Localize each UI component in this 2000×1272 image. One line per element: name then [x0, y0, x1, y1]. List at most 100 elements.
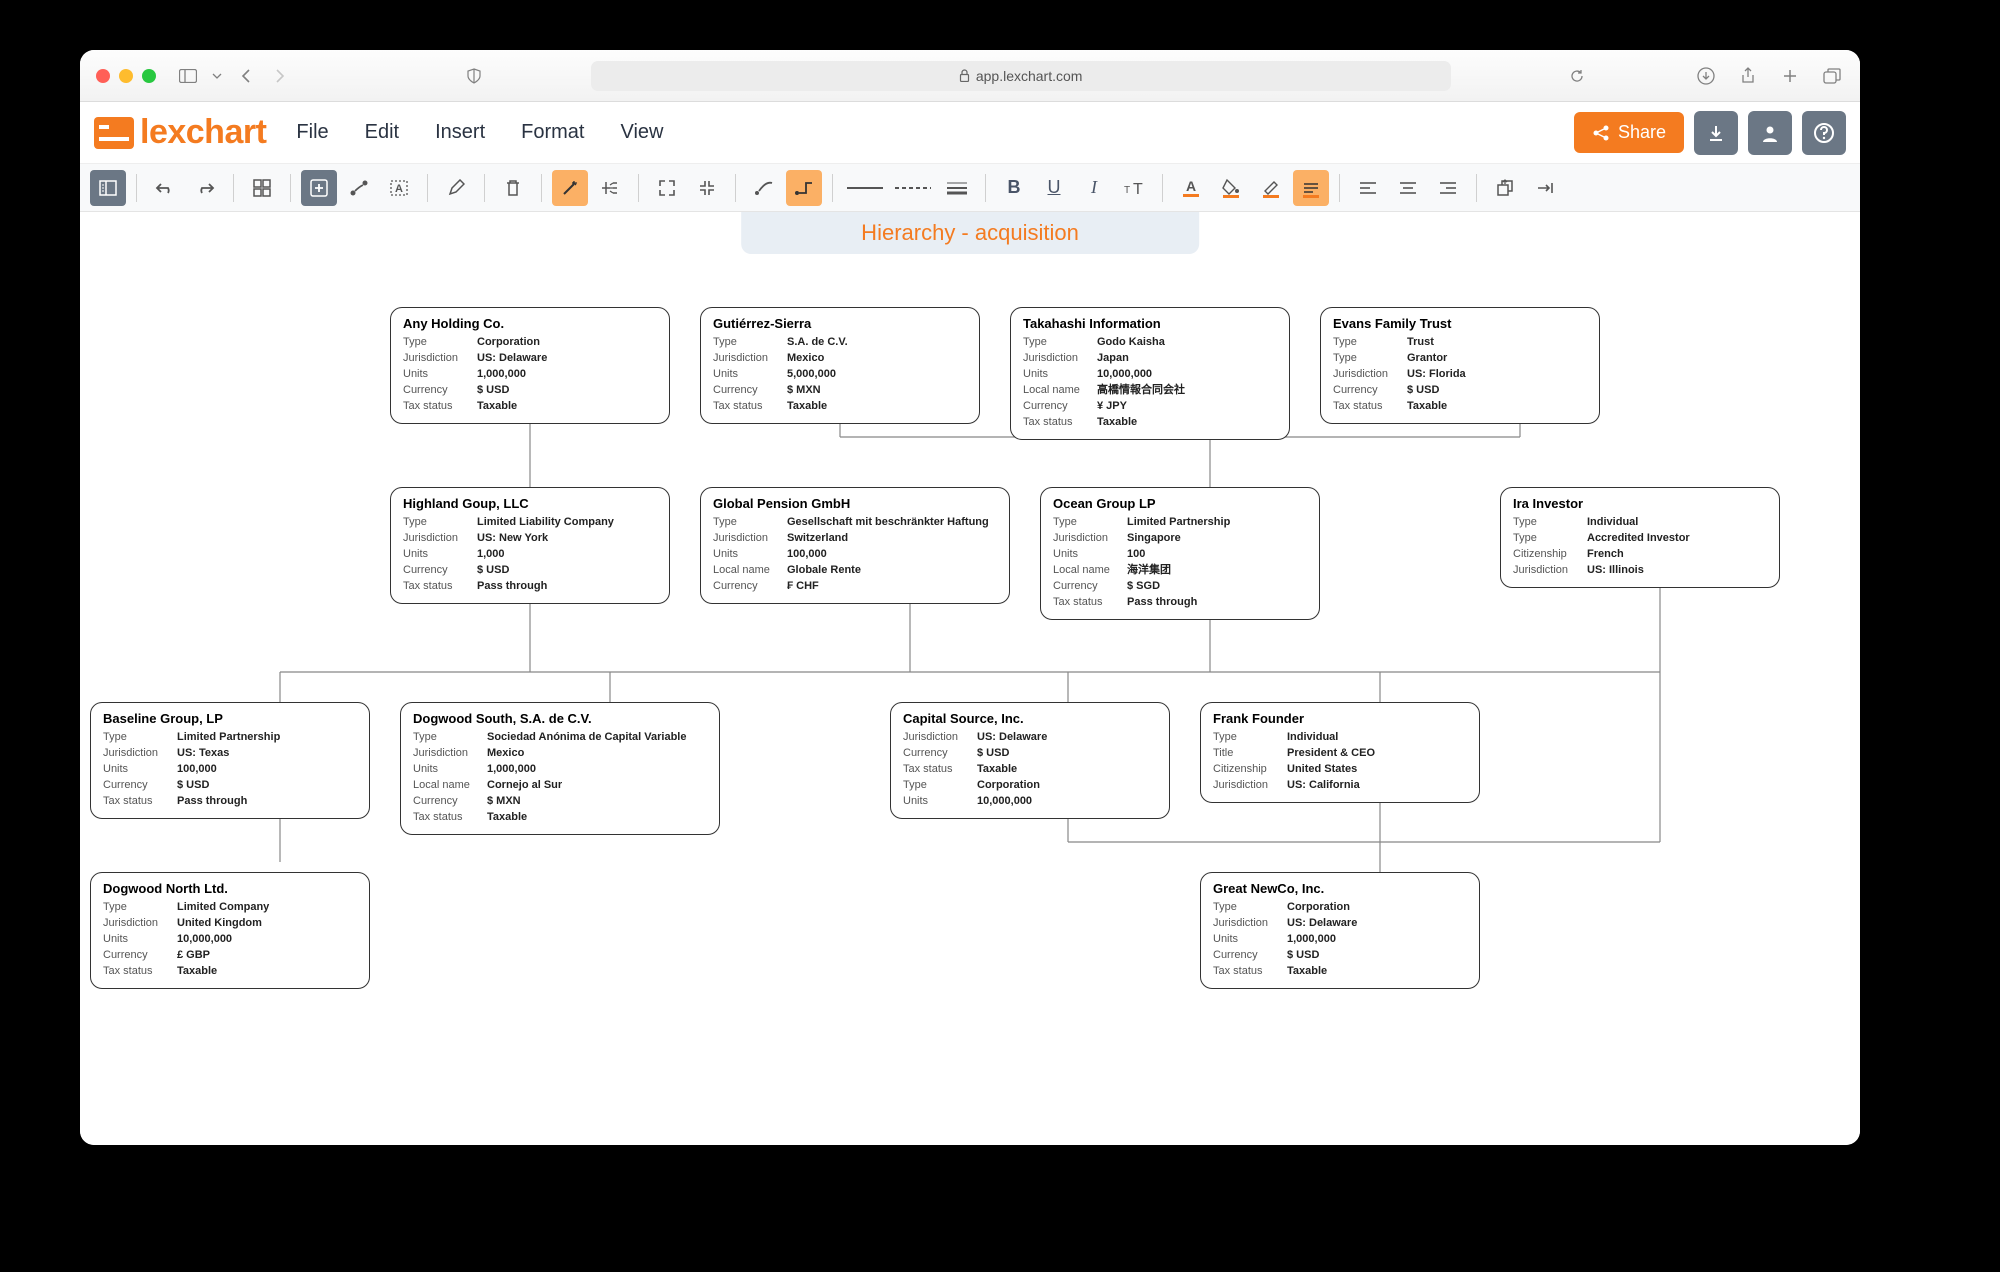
node-value: $ USD [977, 746, 1009, 762]
node-key: Currency [403, 563, 471, 579]
line-elbow-icon[interactable] [786, 170, 822, 206]
border-color-icon[interactable] [1253, 170, 1289, 206]
node-dogwood-south[interactable]: Dogwood South, S.A. de C.V.TypeSociedad … [400, 702, 720, 835]
node-dogwood-north[interactable]: Dogwood North Ltd.TypeLimited CompanyJur… [90, 872, 370, 989]
node-row: Units1,000 [403, 547, 657, 563]
node-row: Local nameCornejo al Sur [413, 778, 707, 794]
node-ocean-group[interactable]: Ocean Group LPTypeLimited PartnershipJur… [1040, 487, 1320, 620]
align-right-icon[interactable] [1430, 170, 1466, 206]
text-box-icon[interactable]: A [381, 170, 417, 206]
bold-icon[interactable]: B [996, 170, 1032, 206]
node-key: Local name [413, 778, 481, 794]
node-key: Type [713, 335, 781, 351]
node-value: United Kingdom [177, 916, 262, 932]
download-button[interactable] [1694, 111, 1738, 155]
line-solid-icon[interactable] [843, 170, 887, 206]
maximize-window-icon[interactable] [142, 69, 156, 83]
node-any-holding[interactable]: Any Holding Co.TypeCorporationJurisdicti… [390, 307, 670, 424]
pencil-icon[interactable] [438, 170, 474, 206]
titlebar-right [1694, 64, 1844, 88]
line-weight-icon[interactable] [939, 170, 975, 206]
underline-icon[interactable]: U [1036, 170, 1072, 206]
grid-icon[interactable] [244, 170, 280, 206]
align-left-icon[interactable] [1350, 170, 1386, 206]
bring-front-icon[interactable] [1487, 170, 1523, 206]
menu-insert[interactable]: Insert [435, 121, 485, 144]
node-row: TypeLimited Partnership [1053, 515, 1307, 531]
node-row: CitizenshipFrench [1513, 547, 1767, 563]
node-title: Great NewCo, Inc. [1213, 881, 1467, 896]
node-value: United States [1287, 762, 1357, 778]
align-center-icon[interactable] [1390, 170, 1426, 206]
send-back-icon[interactable] [1527, 170, 1563, 206]
node-key: Type [903, 778, 971, 794]
node-row: TypeIndividual [1213, 730, 1467, 746]
line-color-icon[interactable] [1293, 170, 1329, 206]
node-key: Local name [1023, 383, 1091, 399]
magic-wand-icon[interactable] [552, 170, 588, 206]
line-dashed-icon[interactable] [891, 170, 935, 206]
node-baseline[interactable]: Baseline Group, LPTypeLimited Partnershi… [90, 702, 370, 819]
collapse-icon[interactable] [689, 170, 725, 206]
back-button[interactable] [234, 64, 258, 88]
refresh-icon[interactable] [1565, 64, 1589, 88]
node-value: US: Delaware [1287, 916, 1357, 932]
logo-text: lexchart [140, 113, 266, 152]
share-button[interactable]: Share [1574, 112, 1684, 153]
node-value: US: Delaware [977, 730, 1047, 746]
text-size-icon[interactable]: TT [1116, 170, 1152, 206]
new-tab-icon[interactable] [1778, 64, 1802, 88]
sidebar-toggle-icon[interactable] [176, 64, 200, 88]
text-color-icon[interactable]: A [1173, 170, 1209, 206]
expand-icon[interactable] [649, 170, 685, 206]
node-value: Grantor [1407, 351, 1447, 367]
node-key: Tax status [413, 810, 481, 826]
app-logo[interactable]: lexchart [94, 113, 266, 152]
menu-file[interactable]: File [296, 121, 328, 144]
canvas[interactable]: Hierarchy - acquisition [80, 212, 1860, 1145]
node-key: Currency [713, 383, 781, 399]
menu-format[interactable]: Format [521, 121, 584, 144]
italic-icon[interactable]: I [1076, 170, 1112, 206]
node-value: Pass through [477, 579, 547, 595]
node-capital-source[interactable]: Capital Source, Inc.JurisdictionUS: Dela… [890, 702, 1170, 819]
help-button[interactable] [1802, 111, 1846, 155]
line-curved-icon[interactable] [746, 170, 782, 206]
address-bar[interactable]: app.lexchart.com [591, 61, 1451, 91]
minimize-window-icon[interactable] [119, 69, 133, 83]
node-global-pension[interactable]: Global Pension GmbHTypeGesellschaft mit … [700, 487, 1010, 604]
forward-button[interactable] [268, 64, 292, 88]
tabs-icon[interactable] [1820, 64, 1844, 88]
node-row: Units10,000,000 [103, 932, 357, 948]
node-row: Units100 [1053, 547, 1307, 563]
share-icon[interactable] [1736, 64, 1760, 88]
node-row: JurisdictionUS: California [1213, 778, 1467, 794]
close-window-icon[interactable] [96, 69, 110, 83]
menu-edit[interactable]: Edit [365, 121, 399, 144]
connector-icon[interactable] [341, 170, 377, 206]
chevron-down-icon[interactable] [210, 64, 224, 88]
undo-icon[interactable] [147, 170, 183, 206]
node-value: Accredited Investor [1587, 531, 1690, 547]
node-highland[interactable]: Highland Goup, LLCTypeLimited Liability … [390, 487, 670, 604]
menu-view[interactable]: View [620, 121, 663, 144]
panel-toggle-icon[interactable] [90, 170, 126, 206]
auto-layout-icon[interactable] [592, 170, 628, 206]
add-box-icon[interactable] [301, 170, 337, 206]
node-key: Type [403, 335, 471, 351]
node-evans-trust[interactable]: Evans Family TrustTypeTrustTypeGrantorJu… [1320, 307, 1600, 424]
node-gutierrez-sierra[interactable]: Gutiérrez-SierraTypeS.A. de C.V.Jurisdic… [700, 307, 980, 424]
node-great-newco[interactable]: Great NewCo, Inc.TypeCorporationJurisdic… [1200, 872, 1480, 989]
trash-icon[interactable] [495, 170, 531, 206]
node-key: Tax status [1053, 595, 1121, 611]
redo-icon[interactable] [187, 170, 223, 206]
fill-color-icon[interactable] [1213, 170, 1249, 206]
user-button[interactable] [1748, 111, 1792, 155]
node-value: 1,000,000 [487, 762, 536, 778]
node-row: Tax statusTaxable [1213, 964, 1467, 980]
shield-icon[interactable] [462, 64, 486, 88]
node-takahashi[interactable]: Takahashi InformationTypeGodo KaishaJuri… [1010, 307, 1290, 440]
node-ira-investor[interactable]: Ira InvestorTypeIndividualTypeAccredited… [1500, 487, 1780, 588]
downloads-icon[interactable] [1694, 64, 1718, 88]
node-frank-founder[interactable]: Frank FounderTypeIndividualTitlePresiden… [1200, 702, 1480, 803]
